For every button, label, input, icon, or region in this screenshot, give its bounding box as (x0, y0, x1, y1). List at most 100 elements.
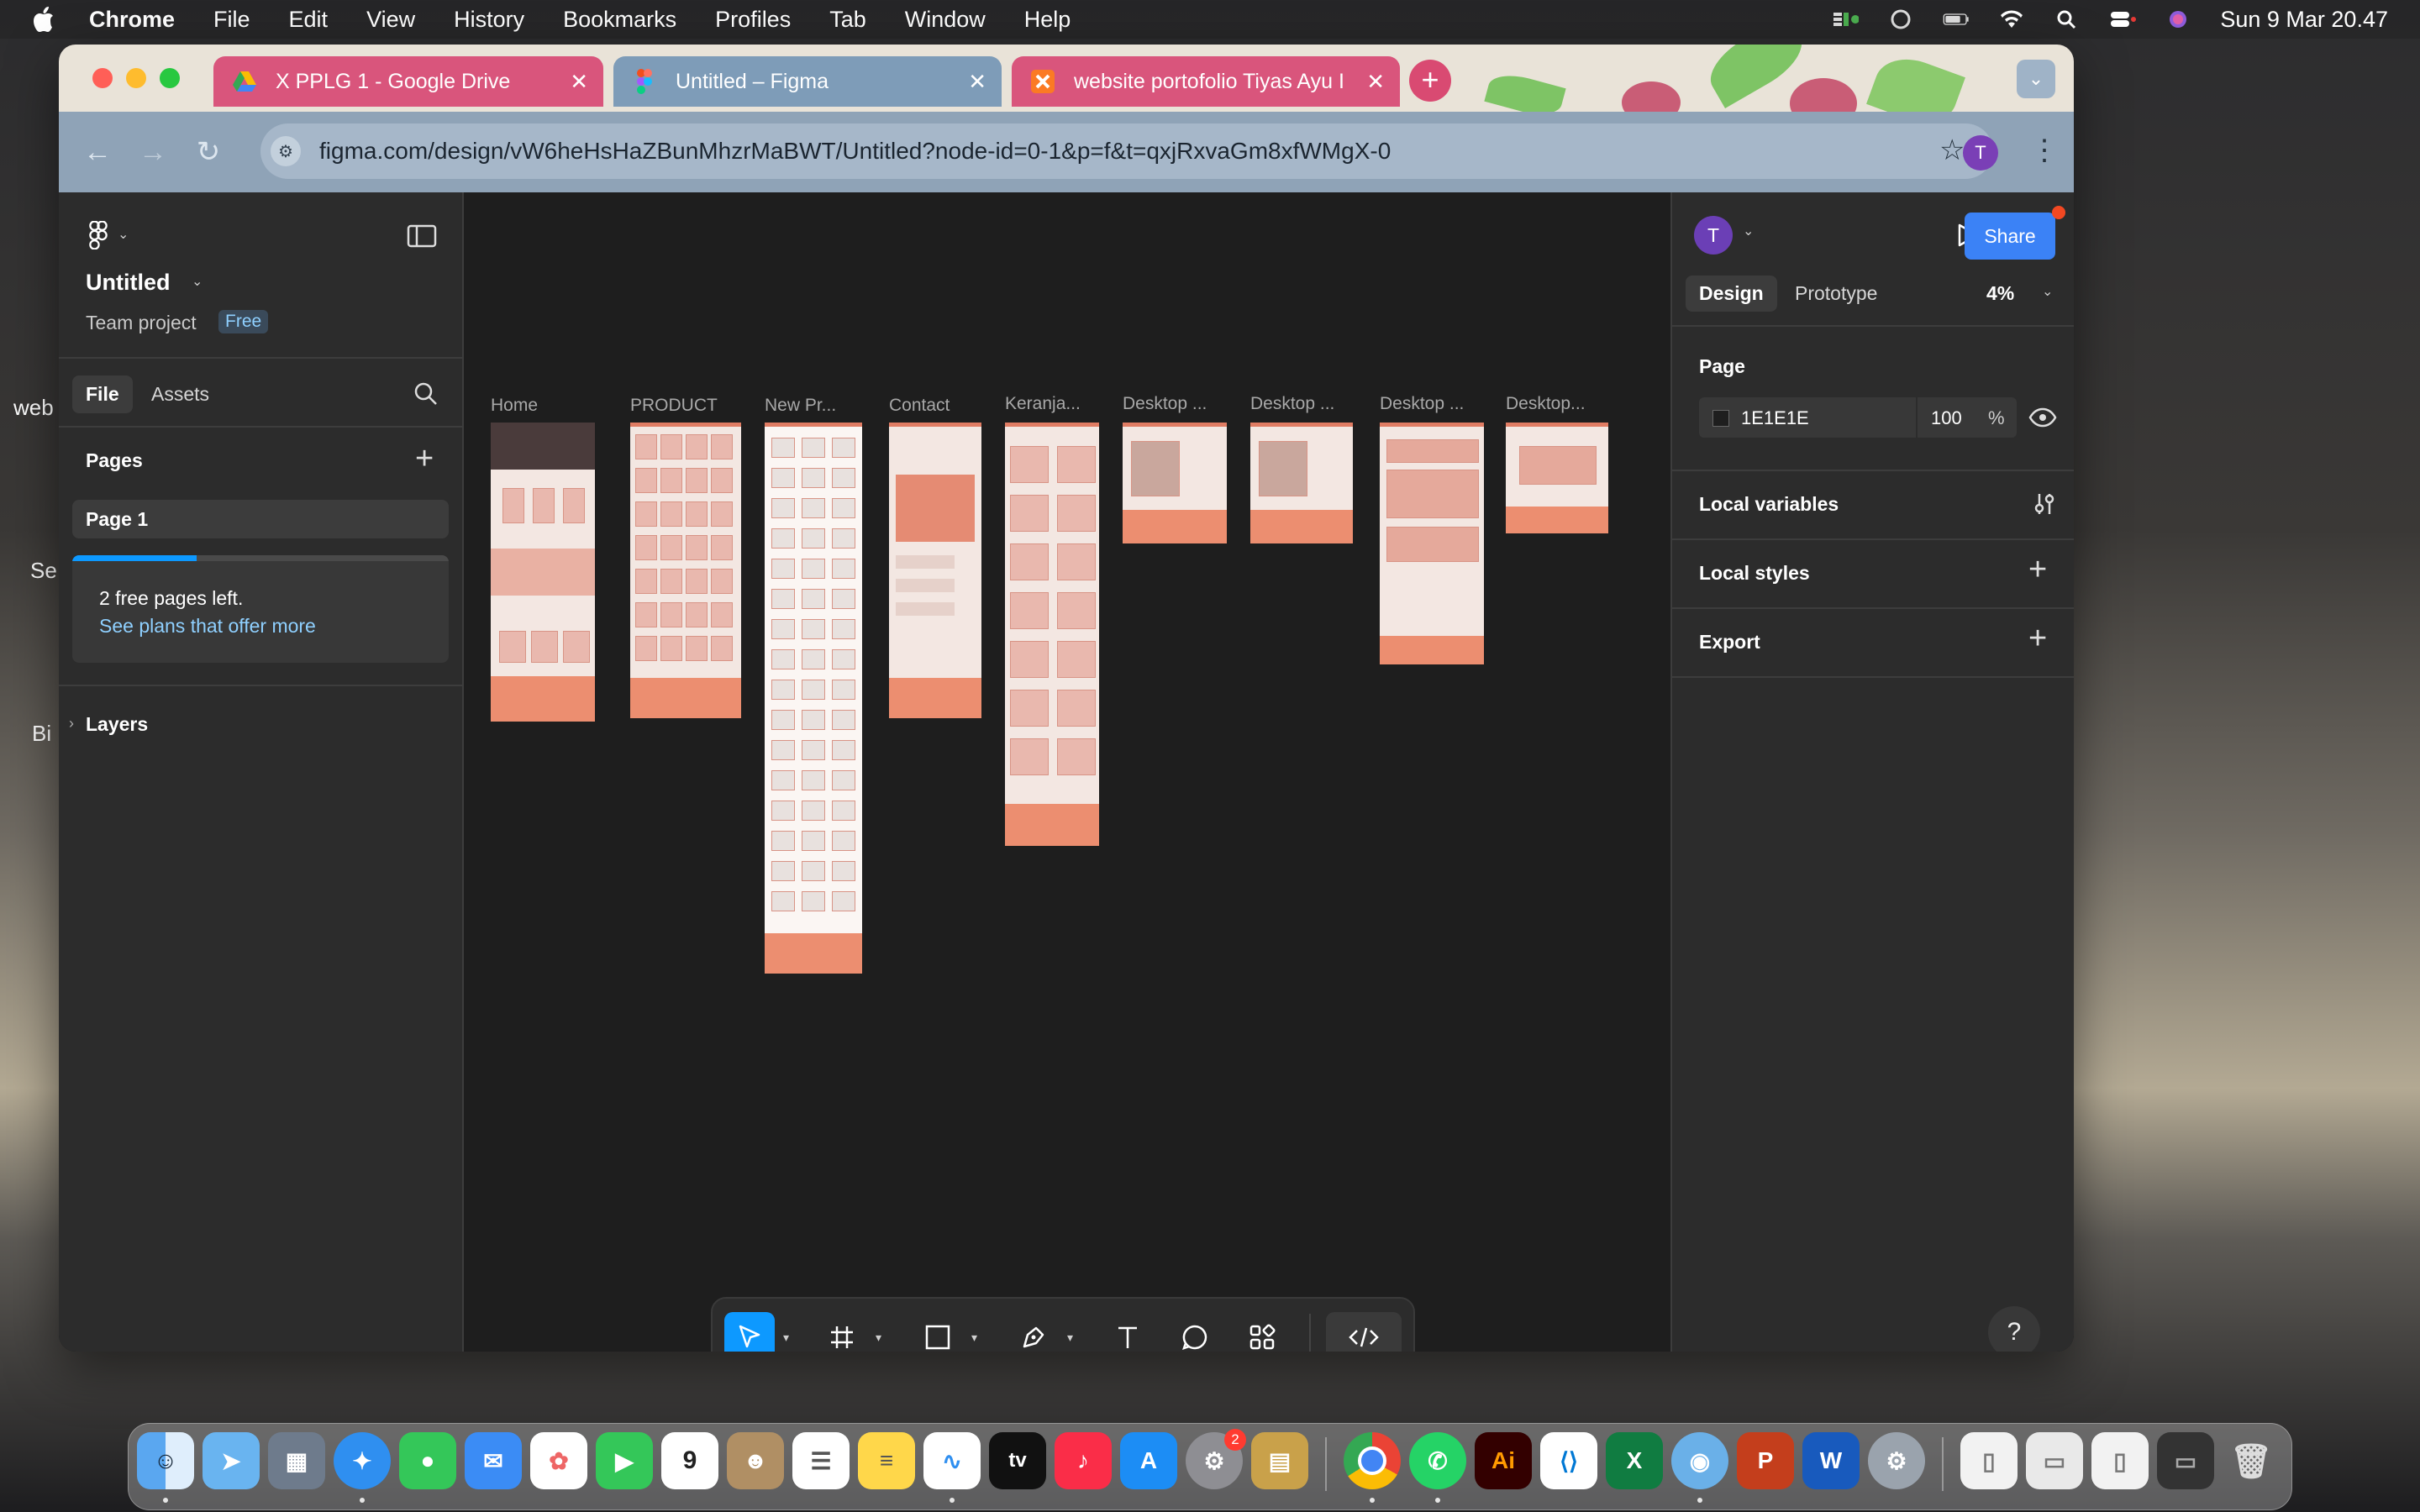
chevron-down-icon[interactable]: ⌄ (1743, 223, 1754, 239)
control-center-icon[interactable] (2109, 9, 2137, 29)
pen-tool-button[interactable] (1008, 1312, 1059, 1352)
spotlight-search-icon[interactable] (2054, 9, 2081, 29)
chevron-down-icon[interactable]: ⌄ (2042, 283, 2053, 300)
figma-canvas[interactable]: Home PRODUCT New Pr... Contact Keranja..… (464, 192, 1670, 1352)
tab-assets[interactable]: Assets (151, 383, 209, 406)
forward-arrow-icon[interactable]: → (138, 137, 168, 167)
frame-label-desktop-2[interactable]: Desktop ... (1250, 394, 1334, 414)
tab-design[interactable]: Design (1686, 276, 1777, 312)
preview-icon[interactable]: ◉ (1671, 1432, 1728, 1489)
whatsapp-icon[interactable]: ✆ (1409, 1432, 1466, 1489)
frame-label-desktop-1[interactable]: Desktop ... (1123, 394, 1207, 414)
text-tool-button[interactable] (1102, 1312, 1153, 1352)
chrome-profile-avatar[interactable]: T (1963, 135, 1998, 171)
battery-icon[interactable] (1943, 9, 1970, 29)
apple-logo-icon[interactable] (30, 5, 55, 34)
tab-search-button[interactable]: ⌄ (2017, 60, 2055, 98)
add-style-icon[interactable]: + (2028, 552, 2047, 588)
chevron-down-icon[interactable]: ▾ (876, 1331, 881, 1345)
menu-view[interactable]: View (366, 7, 415, 33)
photos-icon[interactable]: ✿ (530, 1432, 587, 1489)
user-avatar[interactable]: T (1694, 216, 1733, 255)
launchpad-icon[interactable]: ▦ (268, 1432, 325, 1489)
menu-profiles[interactable]: Profiles (715, 7, 791, 33)
page-background-field[interactable]: 1E1E1E 100 % (1699, 397, 2017, 438)
page-list-item[interactable]: Page 1 (72, 500, 449, 538)
close-tab-icon[interactable]: ✕ (570, 69, 588, 95)
shape-tool-button[interactable] (913, 1312, 963, 1352)
eye-visibility-icon[interactable] (2028, 406, 2057, 429)
tab-file[interactable]: File (72, 375, 133, 413)
bg-color-hex[interactable]: 1E1E1E (1741, 407, 1809, 429)
frame-keranjang[interactable] (1005, 423, 1099, 846)
site-settings-icon[interactable]: ⚙ (271, 136, 301, 166)
wifi-icon[interactable] (1998, 9, 2025, 29)
menu-extra-icon[interactable] (1832, 9, 1860, 29)
trash-icon[interactable]: 🗑 (2223, 1432, 2280, 1489)
frame-desktop-1[interactable] (1123, 423, 1227, 543)
menu-bookmarks[interactable]: Bookmarks (563, 7, 676, 33)
menu-help[interactable]: Help (1024, 7, 1071, 33)
variables-sliders-icon[interactable] (2032, 491, 2057, 517)
tab-prototype[interactable]: Prototype (1795, 282, 1877, 305)
vscode-icon[interactable]: ⟨⟩ (1540, 1432, 1597, 1489)
music-icon[interactable]: ♪ (1055, 1432, 1112, 1489)
file-title[interactable]: Untitled (86, 270, 171, 296)
actions-tool-button[interactable] (1237, 1312, 1287, 1352)
close-tab-icon[interactable]: ✕ (968, 69, 986, 95)
frame-desktop-2[interactable] (1250, 423, 1353, 543)
see-plans-link[interactable]: See plans that offer more (99, 615, 316, 638)
color-swatch[interactable] (1712, 410, 1729, 427)
notes-icon[interactable]: ≡ (858, 1432, 915, 1489)
layers-heading[interactable]: Layers (86, 713, 148, 736)
maps-icon[interactable]: ➤ (203, 1432, 260, 1489)
frame-new-product[interactable] (765, 423, 862, 974)
chevron-down-icon[interactable]: ▾ (1067, 1331, 1073, 1345)
safari-icon[interactable]: ✦ (334, 1432, 391, 1489)
freeform-icon[interactable]: ∿ (923, 1432, 981, 1489)
comment-tool-button[interactable] (1170, 1312, 1220, 1352)
frame-desktop-4[interactable] (1506, 423, 1608, 533)
frame-contact[interactable] (889, 423, 981, 718)
powerpoint-icon[interactable]: P (1737, 1432, 1794, 1489)
menu-window[interactable]: Window (905, 7, 986, 33)
tab-figma[interactable]: Untitled – Figma ✕ (613, 56, 1002, 107)
document-file-icon[interactable]: ▯ (2091, 1432, 2149, 1489)
disk-utility-icon[interactable]: ⚙ (1868, 1432, 1925, 1489)
tab-google-drive[interactable]: X PPLG 1 - Google Drive ✕ (213, 56, 603, 107)
add-export-icon[interactable]: + (2028, 621, 2047, 657)
close-tab-icon[interactable]: ✕ (1366, 69, 1385, 95)
finder-icon[interactable]: ☺ (137, 1432, 194, 1489)
creative-cloud-icon[interactable] (1887, 9, 1914, 29)
frame-label-desktop-3[interactable]: Desktop ... (1380, 394, 1464, 414)
reload-icon[interactable]: ↻ (193, 137, 224, 167)
illustrator-icon[interactable]: Ai (1475, 1432, 1532, 1489)
menu-app-name[interactable]: Chrome (89, 7, 175, 33)
frame-label-keranjang[interactable]: Keranja... (1005, 394, 1081, 414)
help-button[interactable]: ? (1988, 1306, 2040, 1352)
share-button[interactable]: Share (1965, 213, 2055, 260)
figma-main-menu-icon[interactable] (87, 221, 109, 249)
export-row[interactable]: Export (1699, 631, 1760, 654)
team-label[interactable]: Team project (86, 312, 197, 334)
word-icon[interactable]: W (1802, 1432, 1860, 1489)
close-window-button[interactable] (92, 68, 113, 88)
chevron-down-icon[interactable]: ⌄ (118, 226, 129, 243)
app-store-icon[interactable]: A (1120, 1432, 1177, 1489)
menu-history[interactable]: History (454, 7, 524, 33)
zoom-level[interactable]: 4% (1986, 282, 2014, 305)
search-icon[interactable] (413, 381, 439, 407)
frame-label-product[interactable]: PRODUCT (630, 396, 718, 416)
new-tab-button[interactable]: + (1409, 60, 1451, 102)
frame-label-desktop-4[interactable]: Desktop... (1506, 394, 1586, 414)
chevron-down-icon[interactable]: ⌄ (192, 273, 203, 290)
bg-opacity[interactable]: 100 (1931, 407, 1962, 429)
menu-file[interactable]: File (213, 7, 250, 33)
dev-mode-toggle[interactable] (1326, 1312, 1402, 1352)
toggle-sidebar-icon[interactable] (407, 224, 437, 248)
chevron-down-icon[interactable]: ▾ (971, 1331, 977, 1345)
frame-home[interactable] (491, 423, 595, 722)
address-bar[interactable]: ⚙ figma.com/design/vW6heHsHaZBunMhzrMaBW… (260, 123, 1993, 179)
facetime-icon[interactable]: ▶ (596, 1432, 653, 1489)
siri-icon[interactable] (2165, 9, 2191, 29)
